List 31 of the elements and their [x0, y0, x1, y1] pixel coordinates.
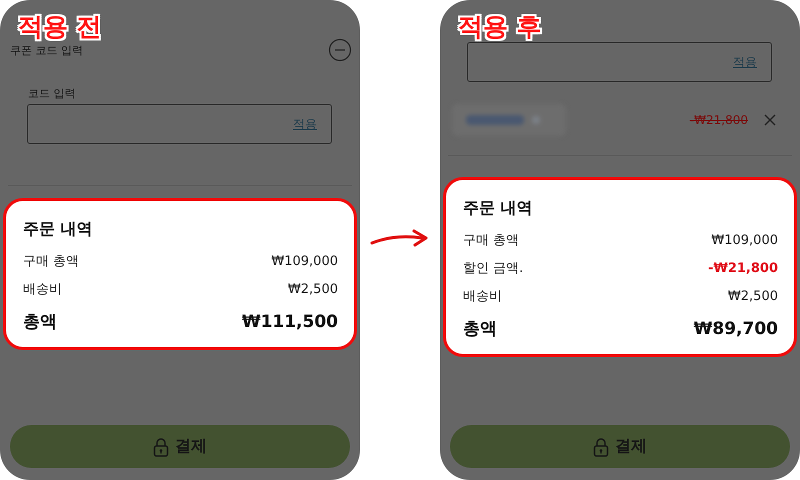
pay-button[interactable]: 결제 [10, 425, 350, 468]
total-amount: ₩111,500 [242, 312, 338, 332]
summary-value: ₩109,000 [711, 232, 778, 248]
summary-label: 총액 [23, 311, 57, 333]
comparison-label: 적용 전 [18, 12, 102, 42]
summary-value: ₩2,500 [728, 288, 778, 304]
apply-link[interactable]: 적용 [293, 116, 317, 132]
summary-label: 할인 금액. [463, 260, 524, 277]
code-input-field[interactable]: 적용 [27, 104, 332, 144]
apply-link[interactable]: 적용 [733, 54, 757, 70]
summary-title: 주문 내역 [463, 198, 534, 219]
summary-label: 구매 총액 [463, 232, 520, 249]
summary-label: 총액 [463, 318, 497, 340]
field-label: 코드 입력 [28, 86, 76, 102]
summary-value: ₩109,000 [271, 254, 338, 268]
summary-label: 배송비 [23, 281, 62, 298]
coupon-section-title: 쿠폰 코드 입력 [10, 42, 83, 58]
code-input-field[interactable]: 적용 [467, 42, 772, 82]
total-amount: ₩89,700 [694, 318, 778, 338]
summary-value: ₩2,500 [288, 282, 338, 296]
close-icon[interactable] [764, 114, 776, 126]
minus-circle-icon[interactable] [328, 38, 352, 62]
summary-value: -₩21,800 [708, 260, 778, 276]
summary-label: 구매 총액 [23, 253, 80, 270]
summary-title: 주문 내역 [23, 219, 94, 240]
summary-label: 배송비 [463, 288, 502, 305]
lock-icon [593, 436, 609, 456]
lock-icon [153, 436, 169, 456]
comparison-label: 적용 후 [458, 12, 542, 42]
discount-amount: -₩21,800 [690, 113, 748, 127]
pay-button[interactable]: 결제 [450, 425, 790, 468]
